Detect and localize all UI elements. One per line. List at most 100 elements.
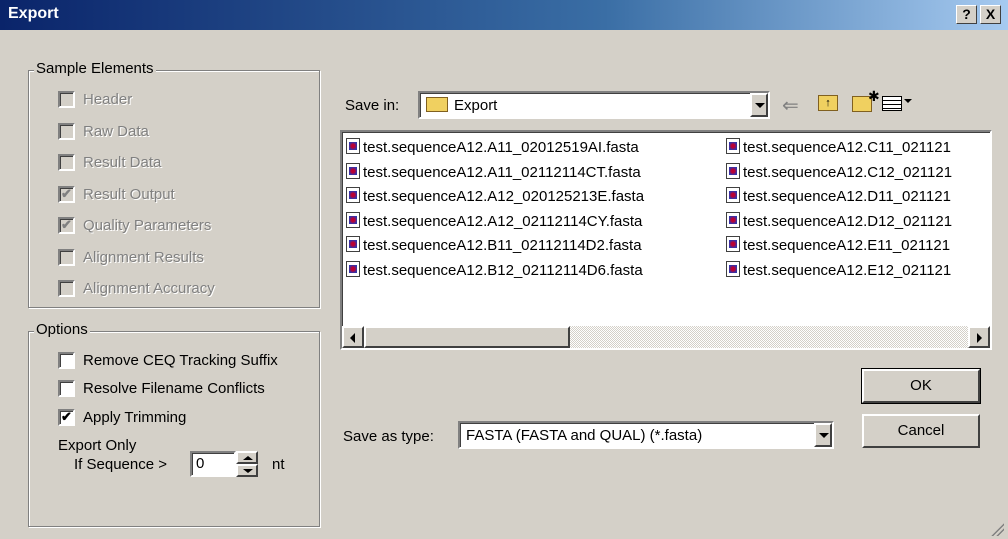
file-icon xyxy=(726,260,740,277)
file-item[interactable]: test.sequenceA12.D11_021121 xyxy=(726,187,951,205)
export-only-label: Export Only xyxy=(58,437,137,454)
spin-up-button[interactable] xyxy=(236,451,258,464)
save-as-combo[interactable]: FASTA (FASTA and QUAL) (*.fasta) xyxy=(458,421,834,449)
folder-icon xyxy=(426,97,448,112)
sample-item-label: Alignment Accuracy xyxy=(83,280,215,297)
chevron-down-icon xyxy=(755,103,765,108)
view-menu-arrow-icon[interactable] xyxy=(904,99,912,103)
file-icon xyxy=(346,138,360,154)
checkbox-box xyxy=(58,122,75,140)
save-as-value: FASTA (FASTA and QUAL) (*.fasta) xyxy=(466,427,703,444)
ok-button[interactable]: OK xyxy=(862,369,980,403)
min-length-input[interactable]: 0 xyxy=(190,451,236,477)
window-title: Export xyxy=(8,5,59,22)
file-item[interactable]: test.sequenceA12.A11_02012519AI.fasta xyxy=(346,138,639,156)
sample-elements-title: Sample Elements xyxy=(34,60,156,77)
checkbox-box xyxy=(58,154,75,171)
sample-item-label: Alignment Results xyxy=(83,248,204,266)
up-arrow-icon xyxy=(243,456,253,460)
file-icon xyxy=(726,162,740,179)
file-icon xyxy=(726,211,740,228)
apply-trimming-checkbox[interactable]: ✔ Apply Trimming xyxy=(58,409,186,426)
file-icon xyxy=(346,260,360,277)
file-name: test.sequenceA12.E11_021121 xyxy=(743,237,951,254)
save-as-dropdown-button[interactable] xyxy=(814,423,832,447)
scroll-thumb[interactable] xyxy=(364,326,570,348)
sample-item-label: Result Output xyxy=(83,185,175,203)
file-name: test.sequenceA12.D11_021121 xyxy=(743,188,951,205)
resolve-conflicts-checkbox[interactable]: Resolve Filename Conflicts xyxy=(58,380,265,397)
file-name: test.sequenceA12.D12_021121 xyxy=(743,212,953,230)
sample-item-0: Header xyxy=(58,91,132,108)
file-name: test.sequenceA12.A11_02112114CT.fasta xyxy=(363,163,641,181)
right-arrow-icon xyxy=(977,333,982,343)
sample-item-6: Alignment Accuracy xyxy=(58,280,215,297)
resize-grip[interactable] xyxy=(990,522,1004,536)
file-item[interactable]: test.sequenceA12.E11_021121 xyxy=(726,236,950,254)
check-icon: ✔ xyxy=(58,185,75,203)
left-arrow-icon xyxy=(350,333,355,343)
title-bar: Export ? X xyxy=(0,0,1008,30)
sample-item-3: ✔ Result Output xyxy=(58,185,175,203)
remove-suffix-checkbox[interactable]: Remove CEQ Tracking Suffix xyxy=(58,352,278,369)
file-icon xyxy=(726,138,740,154)
file-name: test.sequenceA12.A11_02012519AI.fasta xyxy=(363,139,639,156)
file-item[interactable]: test.sequenceA12.D12_021121 xyxy=(726,211,953,230)
checkbox-box xyxy=(58,248,75,266)
file-list[interactable]: test.sequenceA12.A11_02012519AI.fastates… xyxy=(340,130,992,350)
file-item[interactable]: test.sequenceA12.C11_021121 xyxy=(726,138,951,156)
save-in-label: Save in: xyxy=(345,97,400,114)
file-name: test.sequenceA12.A12_02112114CY.fasta xyxy=(363,212,643,230)
horizontal-scrollbar[interactable] xyxy=(342,326,990,348)
scroll-right-button[interactable] xyxy=(968,326,990,348)
check-icon: ✔ xyxy=(58,409,75,426)
file-item[interactable]: test.sequenceA12.A12_02112114CY.fasta xyxy=(346,211,643,230)
down-arrow-icon xyxy=(243,469,253,473)
file-item[interactable]: test.sequenceA12.B12_02112114D6.fasta xyxy=(346,260,643,279)
save-in-dropdown-button[interactable] xyxy=(750,93,768,117)
scroll-left-button[interactable] xyxy=(342,326,364,348)
save-in-combo[interactable]: Export xyxy=(418,91,770,119)
up-folder-icon[interactable]: ↑ xyxy=(818,95,838,111)
save-in-value: Export xyxy=(454,97,498,114)
file-item[interactable]: test.sequenceA12.C12_021121 xyxy=(726,162,953,181)
apply-trimming-label: Apply Trimming xyxy=(83,409,187,426)
file-icon xyxy=(726,236,740,252)
view-menu-icon[interactable] xyxy=(882,96,902,111)
file-icon xyxy=(346,211,360,228)
options-title: Options xyxy=(34,321,90,338)
sample-item-label: Quality Parameters xyxy=(83,217,212,234)
file-item[interactable]: test.sequenceA12.B11_02112114D2.fasta xyxy=(346,236,642,254)
sample-item-label: Header xyxy=(83,91,133,108)
sparkle-icon: ✱ xyxy=(868,88,880,104)
checkbox-box xyxy=(58,91,75,108)
remove-suffix-label: Remove CEQ Tracking Suffix xyxy=(83,352,278,369)
save-as-label: Save as type: xyxy=(343,428,434,445)
file-name: test.sequenceA12.B12_02112114D6.fasta xyxy=(363,261,643,279)
chevron-down-icon xyxy=(819,433,829,438)
sample-item-label: Result Data xyxy=(83,154,162,171)
check-icon: ✔ xyxy=(58,217,75,234)
file-name: test.sequenceA12.A12_020125213E.fasta xyxy=(363,188,645,205)
file-item[interactable]: test.sequenceA12.E12_021121 xyxy=(726,260,952,279)
unit-label: nt xyxy=(272,456,285,473)
cancel-button[interactable]: Cancel xyxy=(862,414,980,448)
back-arrow-icon[interactable]: ⇐ xyxy=(782,93,799,118)
sample-item-5: Alignment Results xyxy=(58,248,204,266)
file-name: test.sequenceA12.E12_021121 xyxy=(743,261,952,279)
file-icon xyxy=(726,187,740,203)
file-item[interactable]: test.sequenceA12.A12_020125213E.fasta xyxy=(346,187,644,205)
file-name: test.sequenceA12.C12_021121 xyxy=(743,163,953,181)
sample-item-2: Result Data xyxy=(58,154,161,171)
min-length-spinner[interactable] xyxy=(236,451,258,477)
min-length-value: 0 xyxy=(196,455,205,472)
spin-down-button[interactable] xyxy=(236,464,258,477)
sample-item-1: Raw Data xyxy=(58,122,149,140)
if-sequence-label: If Sequence > xyxy=(74,456,167,473)
file-icon xyxy=(346,236,360,252)
file-icon xyxy=(346,187,360,203)
file-name: test.sequenceA12.B11_02112114D2.fasta xyxy=(363,237,642,254)
help-button[interactable]: ? xyxy=(956,5,977,24)
close-button[interactable]: X xyxy=(980,5,1001,24)
file-item[interactable]: test.sequenceA12.A11_02112114CT.fasta xyxy=(346,162,641,181)
